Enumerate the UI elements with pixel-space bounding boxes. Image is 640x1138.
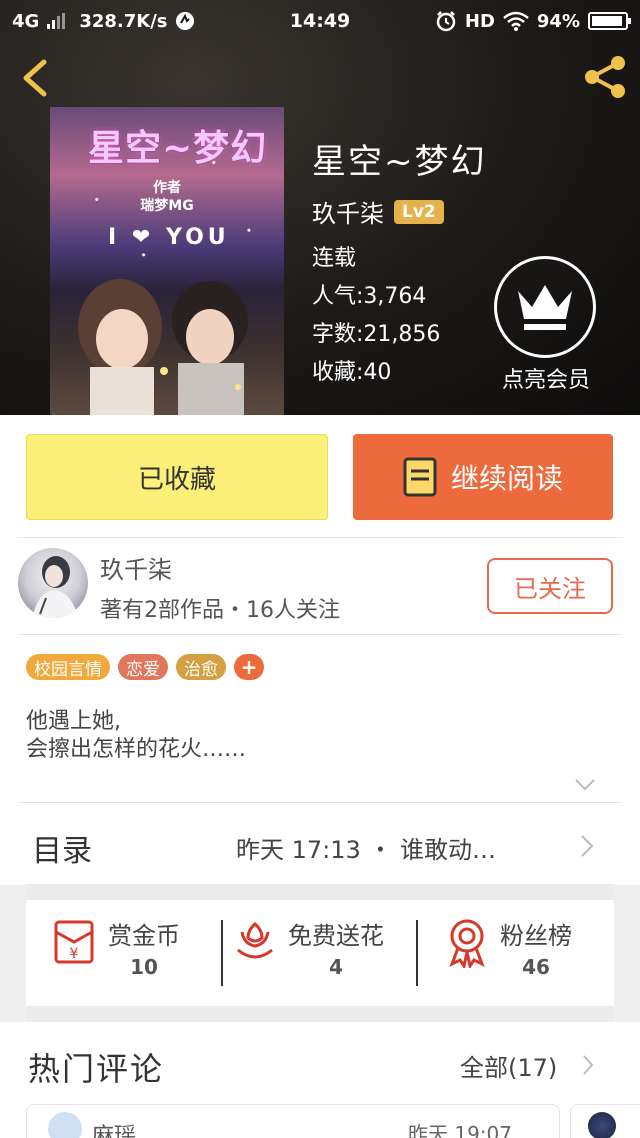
fan-ranking[interactable]: 粉丝榜 46 [444, 916, 572, 979]
battery-icon [588, 12, 631, 30]
chevron-right-icon [581, 835, 594, 857]
cover-byline: 作者 瑞梦MG [50, 179, 284, 215]
header-author-name[interactable]: 玖千柒 [312, 194, 384, 229]
gift-flowers[interactable]: 免费送花 4 [232, 916, 384, 979]
network-speed: 328.7K/s [79, 10, 168, 32]
gift-flowers-label: 免费送花 [288, 922, 384, 950]
synopsis: 他遇上她, 会擦出怎样的花火…… [26, 708, 246, 764]
collected-button[interactable]: 已收藏 [26, 434, 328, 520]
commenter-name: 麻瑶 [92, 1124, 137, 1138]
ribbon-medal-icon [449, 919, 485, 968]
cover-byline-label: 作者 [153, 180, 181, 196]
section-gap [26, 884, 614, 900]
fan-ranking-count: 46 [522, 955, 550, 979]
avatar-figure [32, 556, 78, 618]
tag-healing[interactable]: 治愈 [176, 654, 226, 680]
gift-coins-label: 赏金币 [108, 922, 180, 950]
vip-label[interactable]: 点亮会员 [490, 362, 602, 394]
app-notification-icon [176, 12, 195, 30]
back-arrow-icon[interactable] [16, 58, 56, 98]
share-icon[interactable] [582, 54, 628, 100]
synopsis-line-1: 他遇上她, [26, 709, 121, 734]
cover-i-love-you: I ❤ YOU [108, 225, 230, 250]
continue-reading-label: 继续阅读 [450, 462, 563, 495]
author-avatar[interactable] [18, 548, 88, 618]
signal-icon [47, 13, 66, 29]
section-gap [26, 1006, 614, 1022]
all-comments-link[interactable]: 全部(17) [460, 1048, 557, 1083]
red-envelope-icon: ¥ [54, 920, 94, 964]
divider [18, 537, 622, 538]
fan-ranking-label: 粉丝榜 [500, 922, 572, 950]
tag-campus-romance[interactable]: 校园言情 [26, 654, 110, 680]
add-tag-button[interactable]: + [234, 654, 264, 680]
author-stats: 著有2部作品・16人关注 [100, 598, 340, 623]
serial-status: 连载 [312, 246, 357, 271]
toc-latest-chapter: 昨天 17:13 ・ 谁敢动… [236, 836, 497, 864]
collected-label: 已收藏 [137, 464, 216, 495]
status-bar: 4G 328.7K/s 14:49 HD 94% [0, 0, 640, 42]
commenter-avatar[interactable] [588, 1112, 616, 1138]
gift-flowers-count: 4 [329, 955, 343, 979]
network-type: 4G [12, 10, 40, 32]
cover-byline-name: 瑞梦MG [140, 198, 194, 214]
author-name[interactable]: 玖千柒 [100, 550, 172, 585]
commenter-avatar[interactable] [48, 1112, 82, 1138]
battery-percent: 94% [536, 10, 580, 32]
level-badge: Lv2 [394, 199, 444, 224]
gift-coins[interactable]: ¥ 赏金币 10 [50, 916, 180, 979]
synopsis-line-2: 会擦出怎样的花火…… [26, 737, 247, 762]
alarm-icon [436, 11, 456, 32]
svg-text:¥: ¥ [70, 946, 79, 962]
favorites-stat: 收藏:40 [312, 360, 392, 385]
followed-label: 已关注 [514, 574, 586, 603]
book-title: 星空~梦幻 [312, 142, 487, 182]
chevron-right-icon[interactable] [582, 1054, 594, 1076]
hot-comments-title: 热门评论 [28, 1050, 165, 1088]
clock: 14:49 [289, 10, 351, 32]
popularity-stat: 人气:3,764 [312, 284, 427, 309]
divider [18, 802, 622, 803]
chevron-down-icon[interactable] [574, 778, 596, 792]
book-icon [403, 457, 437, 497]
tag-romance[interactable]: 恋爱 [118, 654, 168, 680]
continue-reading-button[interactable]: 继续阅读 [353, 434, 613, 520]
book-cover[interactable]: 星空~梦幻 作者 瑞梦MG I ❤ YOU [50, 107, 284, 415]
header-author-row: 玖千柒 Lv2 [312, 194, 444, 229]
word-count-stat: 字数:21,856 [312, 322, 441, 347]
hd-indicator: HD [464, 10, 495, 32]
wifi-icon [503, 11, 529, 31]
tag-list: 校园言情 恋爱 治愈 + [26, 654, 264, 680]
flower-icon [237, 922, 273, 959]
vip-button[interactable] [494, 256, 596, 358]
divider [18, 634, 622, 635]
followed-button[interactable]: 已关注 [487, 558, 613, 614]
comment-time: 昨天 19:07 [408, 1122, 512, 1138]
toc-label: 目录 [32, 834, 92, 869]
divider [221, 920, 223, 986]
cover-illustration [78, 279, 248, 415]
cover-title-art: 星空~梦幻 [88, 128, 268, 169]
crown-icon [518, 285, 572, 330]
divider [416, 920, 418, 986]
gift-coins-count: 10 [130, 955, 158, 979]
